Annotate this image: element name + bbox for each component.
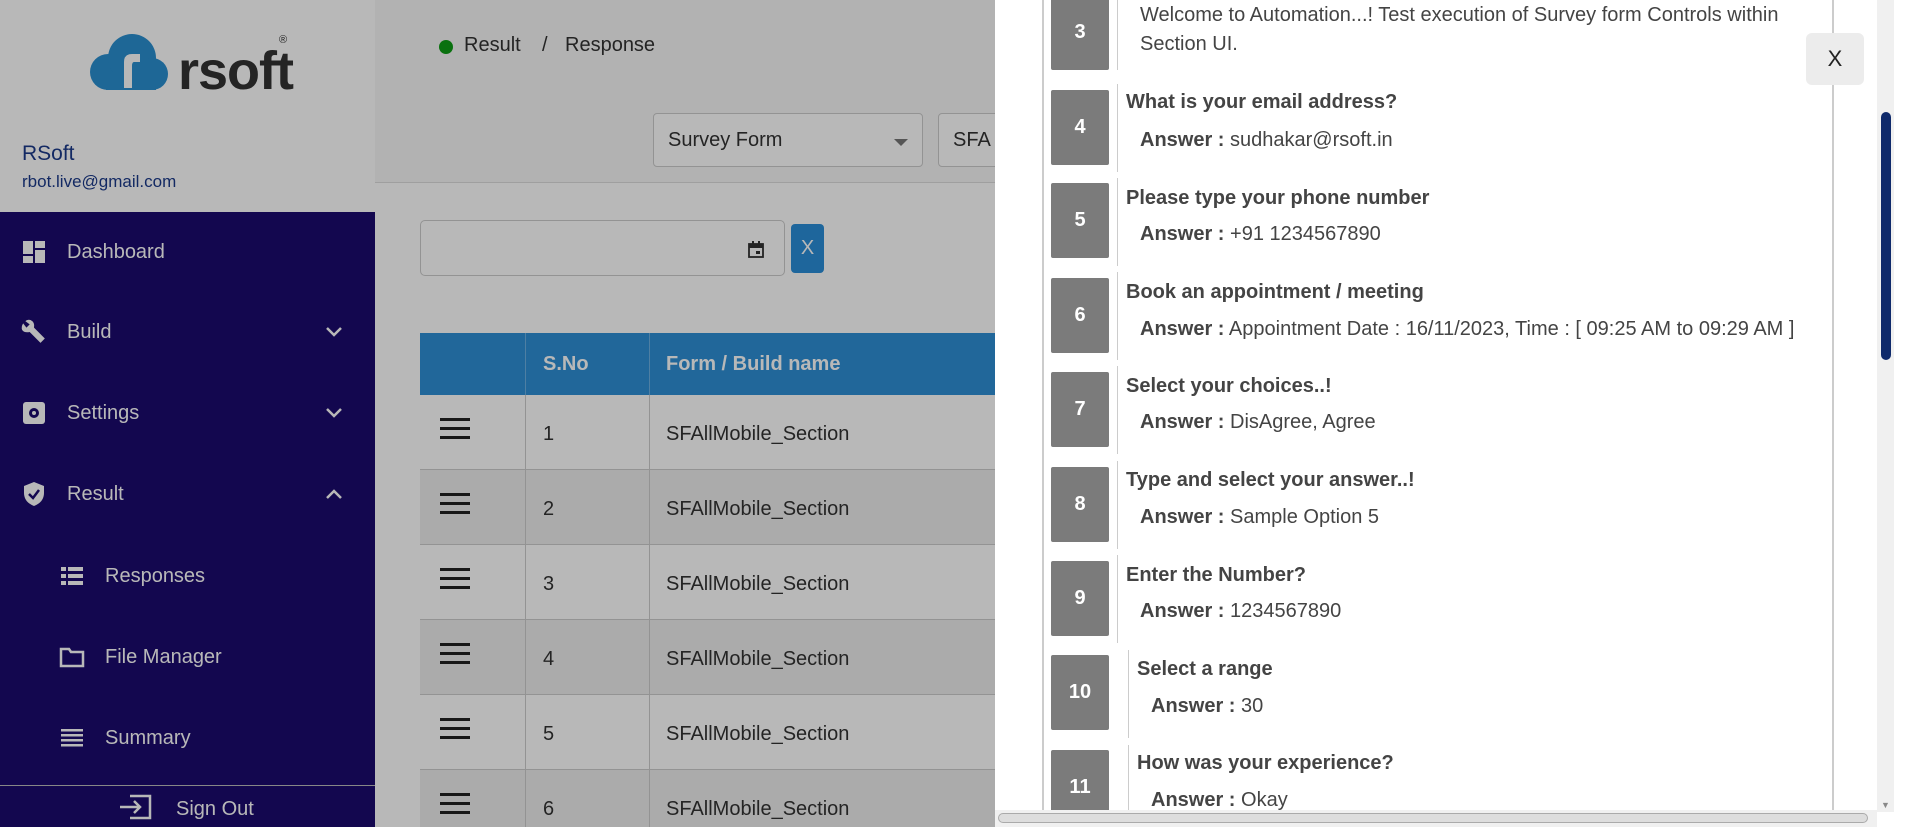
answer-label: Answer : [1140,506,1225,528]
question-number: 6 [1051,278,1109,353]
question-answer: Answer : 1234567890 [1140,600,1341,623]
question-number: 9 [1051,561,1109,636]
question-title: Type and select your answer..! [1126,469,1415,491]
question-title: Book an appointment / meeting [1126,281,1424,303]
question-answer: Answer : sudhakar@rsoft.in [1140,129,1393,152]
scrollbar-thumb[interactable] [1881,112,1891,360]
question-title: Please type your phone number [1126,187,1430,209]
question-title: How was your experience? [1137,752,1394,774]
question-answer: Answer : 30 [1151,695,1263,718]
answer-value: 30 [1241,695,1264,717]
question-answer: Answer : Okay [1151,789,1288,812]
close-modal-button[interactable]: X [1806,33,1864,85]
scroll-down-arrow-icon[interactable]: ▼ [1881,800,1890,810]
question-title: Select a range [1137,658,1273,680]
question-title: Select your choices..! [1126,375,1332,397]
section-intro-text: Welcome to Automation...! Test execution… [1140,4,1779,55]
question-answer: Answer : +91 1234567890 [1140,223,1381,246]
question-answer: Answer : Appointment Date : 16/11/2023, … [1140,318,1794,341]
answer-label: Answer : [1140,318,1225,340]
question-number: 4 [1051,90,1109,165]
question-answer: Answer : DisAgree, Agree [1140,411,1376,434]
answer-label: Answer : [1140,129,1225,151]
answer-value: Sample Option 5 [1230,506,1380,528]
scrollbar-thumb[interactable] [998,813,1868,823]
answer-label: Answer : [1151,695,1236,717]
answer-label: Answer : [1140,223,1225,245]
horizontal-scrollbar[interactable] [995,810,1877,827]
answer-value: 1234567890 [1230,600,1342,622]
question-number: 7 [1051,372,1109,447]
response-list-frame [1042,0,1834,812]
answer-value: sudhakar@rsoft.in [1230,129,1393,151]
answer-value: +91 1234567890 [1230,223,1381,245]
vertical-scrollbar[interactable]: ▼ [1877,0,1894,812]
question-number: 5 [1051,183,1109,258]
question-number: 3 [1051,0,1109,70]
answer-label: Answer : [1140,411,1225,433]
answer-label: Answer : [1140,600,1225,622]
question-title: What is your email address? [1126,91,1398,113]
answer-value: Appointment Date : 16/11/2023, Time : [ … [1228,318,1795,340]
answer-value: DisAgree, Agree [1230,411,1376,433]
answer-label: Answer : [1151,789,1236,811]
question-number: 8 [1051,467,1109,542]
question-number: 10 [1051,655,1109,730]
question-answer: Answer : Sample Option 5 [1140,506,1379,529]
answer-value: Okay [1241,789,1288,811]
question-title: Enter the Number? [1126,564,1307,586]
